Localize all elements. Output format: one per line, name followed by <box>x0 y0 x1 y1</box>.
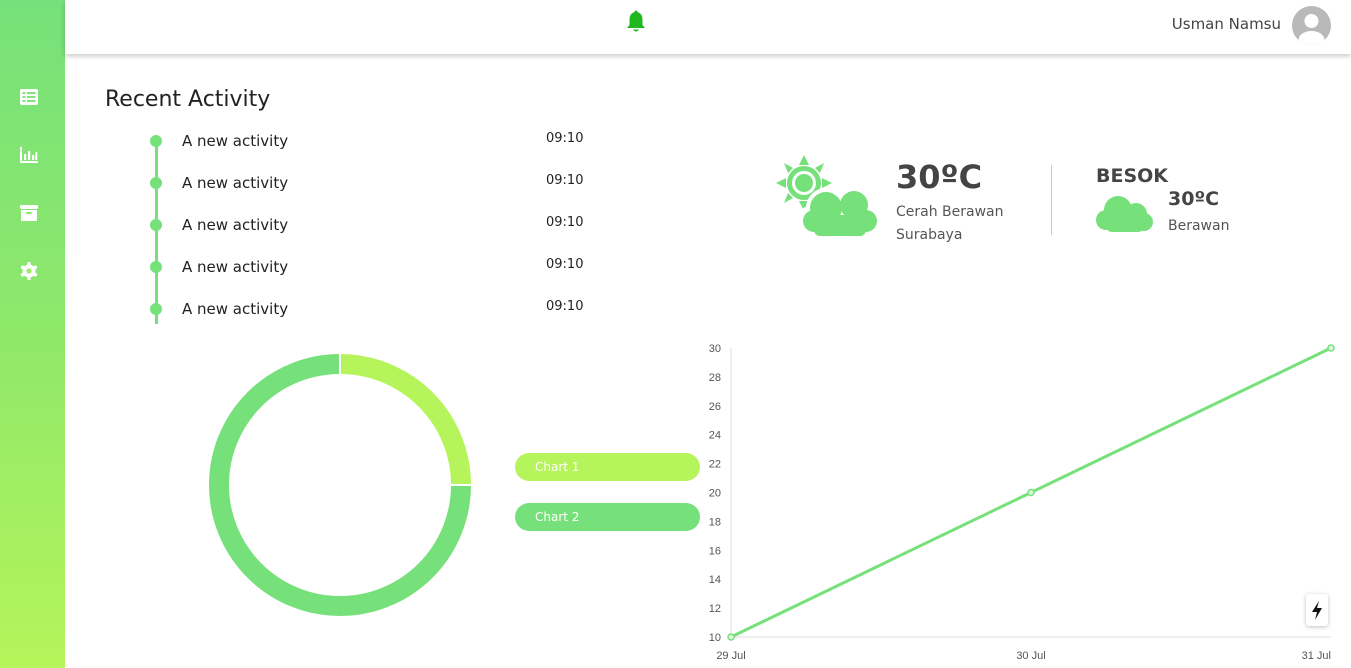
activity-time: 09:10 <box>546 257 584 272</box>
bar-chart-icon[interactable] <box>19 145 39 165</box>
activity-text: A new activity <box>182 258 289 276</box>
lightning-icon[interactable] <box>1306 594 1328 626</box>
y-tick-label: 18 <box>709 516 721 528</box>
data-point[interactable] <box>727 633 735 641</box>
legend-chart-1[interactable]: Chart 1 <box>515 453 700 481</box>
donut-chart <box>209 353 472 616</box>
timeline-dot <box>150 219 162 231</box>
activity-time: 09:10 <box>546 299 584 314</box>
activity-item: A new activity 09:10 <box>140 256 600 280</box>
x-tick-label: 31 Jul <box>1302 650 1331 662</box>
timeline-dot <box>150 135 162 147</box>
activity-item: A new activity 09:10 <box>140 214 600 238</box>
user-avatar-icon[interactable] <box>1292 6 1331 45</box>
gear-icon[interactable] <box>19 261 39 281</box>
y-tick-label: 28 <box>709 372 721 384</box>
activity-time: 09:10 <box>546 131 584 146</box>
activity-item: A new activity 09:10 <box>140 298 600 322</box>
activity-text: A new activity <box>182 216 289 234</box>
top-bar: Usman Namsu <box>65 0 1351 54</box>
user-name[interactable]: Usman Namsu <box>1172 15 1281 33</box>
city-name: Surabaya <box>896 227 963 243</box>
data-point[interactable] <box>1327 344 1335 352</box>
current-temperature: 30ºC <box>896 158 983 196</box>
tomorrow-temperature: 30ºC <box>1168 188 1220 210</box>
activity-text: A new activity <box>182 132 289 150</box>
y-tick-label: 14 <box>709 574 721 586</box>
cloud-icon <box>1094 192 1154 234</box>
y-tick-label: 24 <box>709 430 721 442</box>
archive-icon[interactable] <box>19 203 39 223</box>
list-icon[interactable] <box>19 87 39 107</box>
tomorrow-label: BESOK <box>1096 165 1169 187</box>
donut-slice[interactable] <box>339 354 471 486</box>
x-tick-label: 29 Jul <box>716 650 745 662</box>
partly-sunny-icon <box>774 155 884 240</box>
y-tick-label: 20 <box>709 488 721 500</box>
activity-text: A new activity <box>182 174 289 192</box>
y-tick-label: 16 <box>709 545 721 557</box>
timeline-dot <box>150 261 162 273</box>
y-tick-label: 10 <box>709 632 721 644</box>
tomorrow-condition: Berawan <box>1168 218 1230 234</box>
activity-item: A new activity 09:10 <box>140 130 600 154</box>
current-condition: Cerah Berawan <box>896 204 1004 220</box>
activity-text: A new activity <box>182 300 289 318</box>
data-point[interactable] <box>1027 488 1035 497</box>
line-chart: 10 12 14 16 18 20 22 24 26 28 30 29 Jul 30 Jul 31 Jul <box>709 343 1335 662</box>
y-tick-label: 26 <box>709 401 721 413</box>
weather-divider <box>1051 165 1052 235</box>
activity-time: 09:10 <box>546 173 584 188</box>
activity-timeline: A new activity 09:10 A new activity 09:1… <box>140 130 600 325</box>
y-tick-label: 22 <box>709 459 721 471</box>
sidebar <box>0 0 65 668</box>
activity-time: 09:10 <box>546 215 584 230</box>
x-tick-label: 30 Jul <box>1016 650 1045 662</box>
legend-chart-2[interactable]: Chart 2 <box>515 503 700 531</box>
section-title: Recent Activity <box>105 87 271 112</box>
y-tick-label: 30 <box>709 343 721 355</box>
y-tick-label: 12 <box>709 603 721 615</box>
bell-icon[interactable] <box>625 10 647 34</box>
timeline-dot <box>150 303 162 315</box>
activity-item: A new activity 09:10 <box>140 172 600 196</box>
timeline-dot <box>150 177 162 189</box>
